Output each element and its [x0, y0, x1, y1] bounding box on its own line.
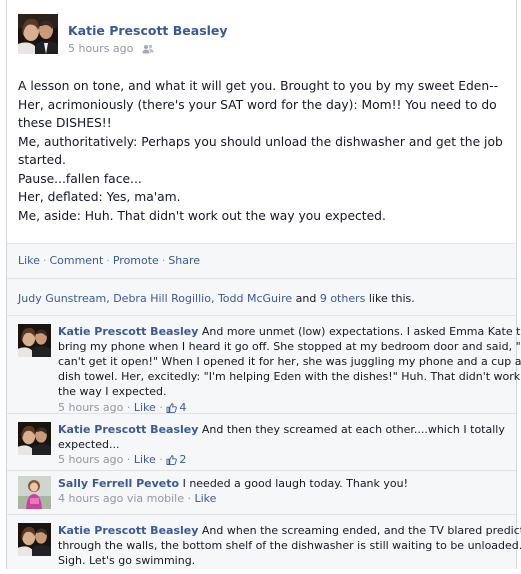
comment-meta: 4 hours ago via mobile · Like — [58, 492, 216, 505]
likes-suffix: like this. — [365, 292, 415, 305]
comment-line: expected... — [58, 438, 120, 451]
comment-line: Katie Prescott Beasley And then they scr… — [58, 422, 505, 437]
separator: · — [106, 254, 110, 267]
comment-timestamp[interactable]: 5 hours ago — [58, 453, 123, 466]
comment-line: through the walls, the bottom shelf of t… — [58, 539, 521, 552]
comment-item: Katie Prescott Beasley And when the scre… — [7, 514, 521, 574]
post-line: Me, aside: Huh. That didn't work out the… — [18, 208, 386, 223]
post-meta: 5 hours ago — [68, 42, 154, 57]
comment-meta: 5 hours ago · Like · 2 — [58, 453, 186, 468]
comment-author[interactable]: Katie Prescott Beasley — [58, 524, 198, 537]
comment-line-text: And when the screaming ended, and the TV… — [198, 524, 521, 537]
comment-line-text: And more unmet (low) expectations. I ask… — [198, 325, 521, 338]
comment-line-text: I needed a good laugh today. Thank you! — [179, 477, 409, 490]
likes-text: Judy Gunstream, Debra Hill Rogillio, Tod… — [18, 292, 415, 305]
post-author-name[interactable]: Katie Prescott Beasley — [68, 23, 228, 38]
comment-item: Katie Prescott Beasley And then they scr… — [7, 413, 516, 470]
comment-line: Sigh. Let's go swimming. — [58, 554, 196, 567]
comment-author[interactable]: Sally Ferrell Peveto — [58, 477, 179, 490]
comment-item: Sally Ferrell Peveto I needed a good lau… — [7, 470, 516, 514]
promote-button[interactable]: Promote — [113, 254, 159, 267]
comment-line: Katie Prescott Beasley And when the scre… — [58, 523, 521, 538]
separator: · — [159, 453, 163, 466]
comment-line: dish towel. Her, excitedly: "I'm helping… — [58, 370, 521, 383]
like-button[interactable]: Like — [18, 254, 40, 267]
separator: · — [42, 254, 47, 267]
post-card: Katie Prescott Beasley 5 hours ago A les… — [6, 0, 521, 569]
share-button[interactable]: Share — [168, 254, 200, 267]
comment-line-text: And then they screamed at each other....… — [198, 423, 505, 436]
friends-icon[interactable] — [142, 44, 154, 57]
likes-others-link[interactable]: 9 others — [320, 292, 366, 305]
comment-author[interactable]: Katie Prescott Beasley — [58, 325, 198, 338]
likes-and: and — [292, 292, 320, 305]
post-line: Me, authoritatively: Perhaps you should … — [18, 134, 503, 149]
post-line: Her, acrimoniously (there's your SAT wor… — [18, 97, 497, 112]
likes-summary: Judy Gunstream, Debra Hill Rogillio, Tod… — [7, 278, 516, 314]
post-timestamp[interactable]: 5 hours ago — [68, 42, 133, 55]
author-avatar[interactable] — [18, 14, 58, 54]
commenter-avatar[interactable] — [18, 422, 51, 455]
commenter-avatar[interactable] — [18, 523, 51, 556]
comment-line: Sally Ferrell Peveto I needed a good lau… — [58, 476, 408, 491]
post-line: Her, deflated: Yes, ma'am. — [18, 190, 181, 204]
comment-text: Sally Ferrell Peveto I needed a good lau… — [58, 476, 408, 491]
post-actions: Like · Comment · Promote · Share — [18, 254, 200, 267]
comment-button[interactable]: Comment — [49, 254, 103, 267]
likers-names[interactable]: Judy Gunstream, Debra Hill Rogillio, Tod… — [18, 292, 292, 305]
comment-line: bring my phone when I heard it go off. S… — [58, 340, 521, 353]
comment-author[interactable]: Katie Prescott Beasley — [58, 423, 198, 436]
separator: · — [187, 492, 191, 505]
comment-like-button[interactable]: Like — [134, 453, 156, 466]
post-line: Pause...fallen face... — [18, 171, 142, 186]
comment-line: the way I expected. — [58, 385, 167, 398]
comment-like-button[interactable]: Like — [194, 492, 216, 505]
comment-text: Katie Prescott Beasley And more unmet (l… — [58, 324, 521, 399]
like-count-value: 2 — [179, 453, 187, 466]
separator: · — [126, 453, 131, 466]
post-line: started. — [18, 153, 66, 167]
comment-text: Katie Prescott Beasley And when the scre… — [58, 523, 521, 568]
thumbs-up-icon — [166, 455, 178, 468]
post-line: these DISHES!! — [18, 116, 112, 130]
commenter-avatar[interactable] — [18, 324, 51, 357]
feedback-area: Like · Comment · Promote · Share Judy Gunstrea… — [7, 243, 521, 569]
comment-timestamp[interactable]: 4 hours ago via mobile — [58, 492, 184, 505]
comment-like-count[interactable]: 2 — [166, 453, 186, 466]
commenter-avatar[interactable] — [18, 476, 51, 509]
post-body: A lesson on tone, and what it will get y… — [18, 77, 508, 225]
post-line: A lesson on tone, and what it will get y… — [18, 79, 499, 93]
comment-text: Katie Prescott Beasley And then they scr… — [58, 422, 505, 452]
comment-item: Katie Prescott Beasley And more unmet (l… — [7, 315, 521, 414]
comment-line: Katie Prescott Beasley And more unmet (l… — [58, 324, 521, 339]
separator: · — [161, 254, 166, 267]
comment-line: can't get it open!" When I opened it for… — [58, 355, 521, 368]
